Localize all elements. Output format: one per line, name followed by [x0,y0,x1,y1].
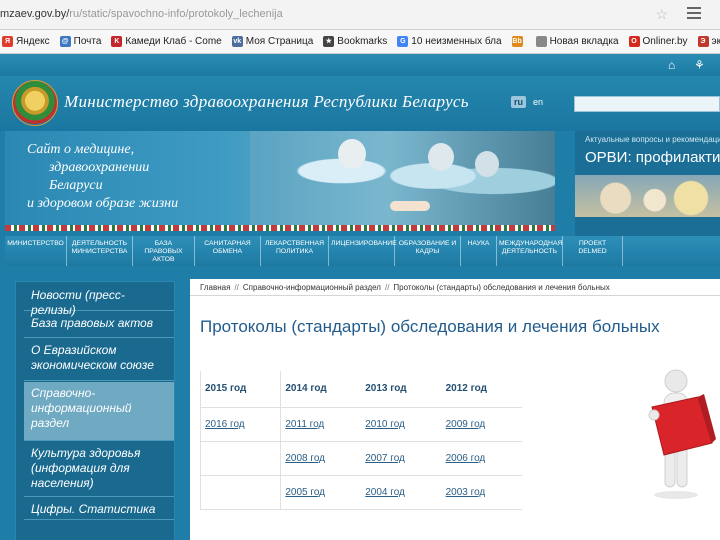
nav-item[interactable]: Лицензирование [329,236,397,266]
promo-label: Актуальные вопросы и рекомендации [585,135,720,144]
blogger-icon: Bb [511,36,523,47]
browser-menu-icon[interactable] [674,4,714,24]
page-icon [535,36,547,47]
bookmark-item[interactable]: ★ Bookmarks [323,36,387,47]
promo-image [575,175,720,217]
header-banner: Сайт о медицине, здравоохранении Беларус… [5,131,555,231]
bookmark-item[interactable]: O Onliner.by [628,36,688,47]
sidebar-item[interactable]: Цифры. Статистика [24,498,174,520]
main-content: Главная//Справочно-информационный раздел… [190,279,720,540]
empty-cell [199,441,282,476]
banner-slogan: Сайт о медицине, здравоохранении Беларус… [27,142,179,211]
nav-item[interactable]: Министерство [5,236,67,266]
surgeons-photo [250,131,555,231]
bookmark-item[interactable]: K Камеди Клаб - Comе [111,36,222,47]
years-row: 2008 год 2007 год 2006 год [199,441,522,476]
year-link[interactable]: 2008 год [280,441,362,476]
sidebar-item[interactable]: Новости (пресс-релизы) [24,284,174,317]
year-link[interactable]: 2005 год [280,475,362,510]
year-link[interactable]: 2012 год [441,371,522,408]
sidebar-item[interactable]: База правовых актов [24,312,174,338]
vk-icon: vk [231,36,243,47]
language-switcher: ru en [511,96,546,108]
year-link[interactable]: 2016 год [199,407,282,442]
main-nav: Министерство Деятельность министерства Баз… [5,236,720,266]
lang-ru[interactable]: ru [511,96,526,108]
years-table: 2015 год 2014 год 2013 год 2012 год 2016 год… [199,371,522,510]
bookmark-label: Bookmarks [337,36,388,47]
promo-title[interactable]: ОРВИ: профилактика [585,149,720,166]
page-title: Протоколы (стандарты) обследования и леч… [200,317,660,336]
bookmark-item[interactable]: vk Моя Страница [231,36,314,47]
lang-en[interactable]: en [530,96,546,108]
breadcrumb-section[interactable]: Справочно-информационный раздел [243,283,381,292]
nav-item[interactable]: Деятельность министерства [67,236,133,266]
bookmark-label: 10 неизменных бла [411,36,502,47]
g-icon: G [397,36,409,47]
economy-icon: Э [697,36,709,47]
year-link[interactable]: 2003 год [441,475,522,510]
year-link[interactable]: 2011 год [280,407,362,442]
year-link[interactable]: 2006 год [441,441,522,476]
year-link[interactable]: 2015 год [199,371,282,408]
bookmark-label: экономич [711,36,720,47]
sidebar-item[interactable]: Культура здоровья (информация для населе… [24,442,174,497]
bookmark-item[interactable]: G 10 неизменных бла [397,36,502,47]
ornament-stripe [5,225,555,231]
search-input[interactable] [574,96,720,112]
nav-item[interactable]: Наука [461,236,497,266]
bookmark-label: Моя Страница [245,36,314,47]
years-row: 2015 год 2014 год 2013 год 2012 год [199,371,522,408]
web-page: ⌂ ⚘ Министерство здравоохранения Республ… [0,54,720,540]
person-with-folder-icon [648,369,716,499]
home-icon[interactable]: ⌂ [668,58,675,72]
nav-item[interactable]: База правовых актов [133,236,195,266]
bookmark-label: Камеди Клаб - Comе [125,36,222,47]
breadcrumb-home[interactable]: Главная [200,283,230,292]
sidebar-item[interactable]: О Евразийском экономическом союзе [24,339,174,381]
bookmark-item[interactable]: Новая вкладка [535,36,619,47]
bookmark-label: Яндекс [16,36,50,47]
sitemap-icon[interactable]: ⚘ [694,58,705,72]
comedy-club-icon: K [111,36,123,47]
site-title[interactable]: Министерство здравоохранения Республики … [64,92,469,112]
star-icon: ★ [323,36,335,47]
year-link[interactable]: 2014 год [280,371,362,408]
breadcrumb: Главная//Справочно-информационный раздел… [200,283,610,292]
bookmark-label: Новая вкладка [549,36,619,47]
bookmark-item[interactable]: @ Почта [59,36,102,47]
breadcrumb-current: Протоколы (стандарты) обследования и леч… [393,283,610,292]
bookmark-item[interactable]: Bb [511,36,526,47]
divider [190,295,720,296]
bookmark-star-icon[interactable]: ☆ [655,6,668,23]
years-row: 2005 год 2004 год 2003 год [199,475,522,510]
year-link[interactable]: 2009 год [441,407,522,442]
year-link[interactable]: 2010 год [361,407,442,442]
sidebar-menu: Новости (пресс-релизы) База правовых акто… [15,281,175,540]
url-text[interactable]: mzaev.gov.by/ru/static/spavochno-info/pr… [0,8,283,20]
nav-item[interactable]: Международная деятельность [497,236,563,266]
browser-address-bar[interactable]: mzaev.gov.by/ru/static/spavochno-info/pr… [0,0,720,30]
belarus-emblem-icon[interactable] [12,80,58,126]
bookmarks-bar: Я Яндекс @ Почта K Камеди Клаб - Comе vk Моя Ст… [0,30,720,54]
bookmark-label: Onliner.by [642,36,688,47]
nav-item[interactable]: Образование и кадры [395,236,461,266]
site-header: Министерство здравоохранения Республики … [0,76,720,131]
onliner-icon: O [628,36,640,47]
utility-strip: ⌂ ⚘ [0,54,720,76]
nav-item[interactable]: Проект DELMED [563,236,623,266]
year-link[interactable]: 2004 год [361,475,442,510]
year-link[interactable]: 2013 год [361,371,442,408]
mail-icon: @ [59,36,71,47]
bookmark-item[interactable]: Я Яндекс [2,36,50,47]
empty-cell [199,475,282,510]
yandex-icon: Я [2,36,13,47]
years-row: 2016 год 2011 год 2010 год 2009 год [199,407,522,442]
nav-item[interactable]: Санитарная обмена [195,236,261,266]
bookmark-label: Почта [73,36,102,47]
sidebar-item[interactable]: Справочно-информационный раздел [24,382,174,441]
year-link[interactable]: 2007 год [361,441,442,476]
bookmark-item[interactable]: Ээкономич [697,36,720,47]
nav-item[interactable]: Лекарственная политика [261,236,329,266]
